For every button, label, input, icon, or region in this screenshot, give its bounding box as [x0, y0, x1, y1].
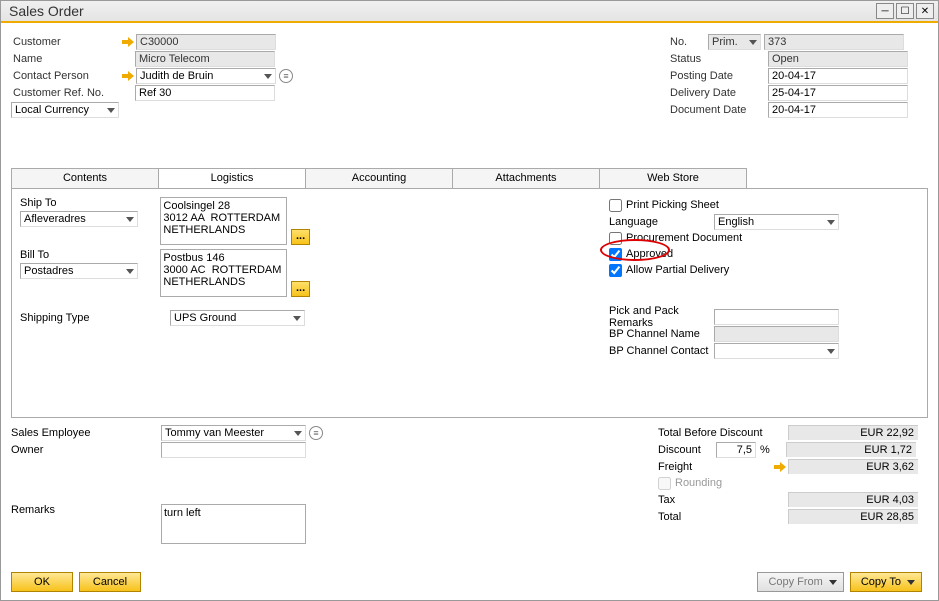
- freight-link-icon[interactable]: [773, 460, 787, 474]
- status-label: Status: [668, 53, 768, 65]
- language-select[interactable]: English: [714, 214, 839, 230]
- total-before-value: EUR 22,92: [788, 425, 918, 440]
- customer-link-icon[interactable]: [121, 35, 135, 49]
- name-label: Name: [11, 53, 121, 65]
- print-picking-checkbox[interactable]: Print Picking Sheet: [609, 197, 919, 213]
- pickpack-field[interactable]: [714, 309, 839, 325]
- rounding-label: Rounding: [675, 477, 722, 489]
- delivery-date-label: Delivery Date: [668, 87, 768, 99]
- total-value: EUR 28,85: [788, 509, 918, 524]
- remarks-field[interactable]: [161, 504, 306, 544]
- document-date-field[interactable]: 20-04-17: [768, 102, 908, 118]
- shipto-address[interactable]: [160, 197, 287, 245]
- discount-label: Discount: [658, 444, 716, 456]
- no-label: No.: [668, 36, 708, 48]
- billto-label: Bill To: [20, 249, 160, 261]
- customer-ref-label: Customer Ref. No.: [11, 87, 121, 99]
- copy-from-button[interactable]: Copy From: [757, 572, 843, 592]
- tax-label: Tax: [658, 494, 788, 506]
- status-field: Open: [768, 51, 908, 67]
- salesemp-info-icon[interactable]: ≡: [309, 426, 323, 440]
- tab-attachments[interactable]: Attachments: [452, 168, 600, 188]
- tab-webstore[interactable]: Web Store: [599, 168, 747, 188]
- ok-button[interactable]: OK: [11, 572, 73, 592]
- contact-info-icon[interactable]: ≡: [279, 69, 293, 83]
- close-button[interactable]: ✕: [916, 3, 934, 19]
- approved-checkbox[interactable]: Approved: [609, 246, 919, 262]
- tab-contents[interactable]: Contents: [11, 168, 159, 188]
- shipto-browse-button[interactable]: ...: [291, 229, 310, 245]
- bp-channel-name-label: BP Channel Name: [609, 328, 714, 340]
- tax-value: EUR 4,03: [788, 492, 918, 507]
- tab-accounting[interactable]: Accounting: [305, 168, 453, 188]
- billto-type-select[interactable]: Postadres: [20, 263, 138, 279]
- copy-to-button[interactable]: Copy To: [850, 572, 922, 592]
- shipping-type-select[interactable]: UPS Ground: [170, 310, 305, 326]
- window-title: Sales Order: [5, 3, 874, 19]
- shipping-type-label: Shipping Type: [20, 312, 170, 324]
- partial-delivery-checkbox[interactable]: Allow Partial Delivery: [609, 262, 919, 278]
- contact-person-label: Contact Person: [11, 70, 121, 82]
- posting-date-label: Posting Date: [668, 70, 768, 82]
- discount-value: EUR 1,72: [786, 442, 916, 457]
- customer-ref-field[interactable]: Ref 30: [135, 85, 275, 101]
- total-before-label: Total Before Discount: [658, 427, 788, 439]
- tab-strip: Contents Logistics Accounting Attachment…: [11, 168, 938, 188]
- cancel-button[interactable]: Cancel: [79, 572, 141, 592]
- sales-employee-label: Sales Employee: [11, 427, 161, 439]
- owner-field[interactable]: [161, 442, 306, 458]
- no-field[interactable]: 373: [764, 34, 904, 50]
- posting-date-field[interactable]: 20-04-17: [768, 68, 908, 84]
- owner-label: Owner: [11, 444, 161, 456]
- pct-label: %: [756, 444, 786, 456]
- rounding-checkbox: [658, 477, 671, 490]
- minimize-button[interactable]: ─: [876, 3, 894, 19]
- contact-person-select[interactable]: Judith de Bruin: [136, 68, 276, 84]
- customer-label: Customer: [11, 36, 121, 48]
- tab-logistics[interactable]: Logistics: [158, 168, 306, 188]
- customer-field[interactable]: C30000: [136, 34, 276, 50]
- sales-order-window: Sales Order ─ ☐ ✕ Customer C30000 Name M…: [0, 0, 939, 601]
- bp-channel-name-field: [714, 326, 839, 342]
- pickpack-label: Pick and Pack Remarks: [609, 305, 714, 329]
- freight-value: EUR 3,62: [788, 459, 918, 474]
- discount-pct-field[interactable]: 7,5: [716, 442, 756, 458]
- document-date-label: Document Date: [668, 104, 768, 116]
- billto-address[interactable]: [160, 249, 287, 297]
- shipto-label: Ship To: [20, 197, 160, 209]
- procurement-checkbox[interactable]: Procurement Document: [609, 230, 919, 246]
- language-label: Language: [609, 216, 714, 228]
- remarks-label: Remarks: [11, 504, 161, 544]
- shipto-type-select[interactable]: Afleveradres: [20, 211, 138, 227]
- title-bar: Sales Order ─ ☐ ✕: [1, 1, 938, 23]
- total-label: Total: [658, 511, 788, 523]
- sales-employee-select[interactable]: Tommy van Meester: [161, 425, 306, 441]
- maximize-button[interactable]: ☐: [896, 3, 914, 19]
- currency-select[interactable]: Local Currency: [11, 102, 119, 118]
- bp-channel-contact-label: BP Channel Contact: [609, 345, 714, 357]
- delivery-date-field[interactable]: 25-04-17: [768, 85, 908, 101]
- billto-browse-button[interactable]: ...: [291, 281, 310, 297]
- freight-label: Freight: [658, 461, 773, 473]
- name-field[interactable]: Micro Telecom: [135, 51, 275, 67]
- no-series-select[interactable]: Prim.: [708, 34, 761, 50]
- bp-channel-contact-select[interactable]: [714, 343, 839, 359]
- contact-link-icon[interactable]: [121, 69, 135, 83]
- logistics-panel: Ship To Afleveradres ... Bill To Postadr…: [11, 188, 928, 418]
